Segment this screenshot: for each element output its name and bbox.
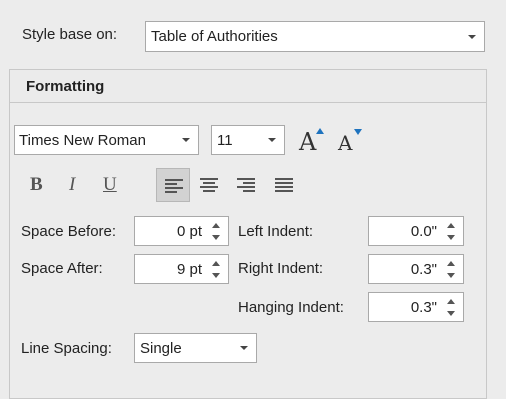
left-indent-label: Left Indent: (238, 223, 314, 240)
space-before-value: 0 pt (176, 223, 202, 240)
spinner-arrows-icon (447, 223, 457, 241)
align-justify-icon (275, 178, 293, 192)
chevron-down-icon (240, 346, 248, 350)
line-spacing-value: Single (140, 339, 182, 357)
grow-font-button[interactable]: A (299, 126, 327, 156)
left-indent-spinner[interactable]: 0.0" (368, 216, 464, 246)
line-spacing-dropdown[interactable]: Single (134, 333, 257, 363)
shrink-font-glyph: A (338, 131, 353, 155)
line-spacing-label: Line Spacing: (21, 340, 112, 357)
bold-button[interactable]: B (30, 174, 43, 196)
spinner-arrows-icon (447, 261, 457, 279)
right-indent-value: 0.3" (410, 261, 437, 278)
hanging-indent-value: 0.3" (410, 299, 437, 316)
space-before-label: Space Before: (21, 223, 117, 240)
font-size-value: 11 (217, 131, 233, 149)
style-base-label: Style base on: (22, 26, 118, 43)
right-indent-spinner[interactable]: 0.3" (368, 254, 464, 284)
space-after-spinner[interactable]: 9 pt (134, 254, 229, 284)
spinner-arrows-icon (212, 261, 222, 279)
spinner-arrows-icon (212, 223, 222, 241)
chevron-down-icon (182, 138, 190, 142)
align-justify-button[interactable] (267, 168, 301, 202)
font-name-dropdown[interactable]: Times New Roman (14, 125, 199, 155)
style-base-value: Table of Authorities (151, 28, 278, 45)
shrink-font-button[interactable]: A (338, 129, 364, 157)
space-before-spinner[interactable]: 0 pt (134, 216, 229, 246)
chevron-down-icon (468, 34, 476, 39)
chevron-down-icon (268, 138, 276, 142)
space-after-label: Space After: (21, 260, 103, 277)
align-left-button[interactable] (156, 168, 190, 202)
space-after-value: 9 pt (176, 261, 202, 278)
align-center-icon (200, 178, 218, 192)
formatting-title: Formatting (26, 78, 105, 95)
font-name-value: Times New Roman (19, 131, 146, 149)
grow-font-glyph: A (299, 128, 317, 156)
spinner-arrows-icon (447, 299, 457, 317)
style-base-dropdown[interactable]: Table of Authorities (145, 21, 485, 52)
align-right-button[interactable] (229, 168, 263, 202)
formatting-header: Formatting (10, 70, 486, 103)
hanging-indent-spinner[interactable]: 0.3" (368, 292, 464, 322)
underline-button[interactable]: U (103, 174, 117, 196)
align-left-icon (165, 179, 183, 193)
left-indent-value: 0.0" (410, 223, 437, 240)
arrow-down-icon (354, 129, 362, 135)
right-indent-label: Right Indent: (238, 260, 324, 277)
hanging-indent-label: Hanging Indent: (238, 299, 344, 316)
align-center-button[interactable] (192, 168, 226, 202)
font-size-dropdown[interactable]: 11 (211, 125, 285, 155)
italic-button[interactable]: I (69, 174, 75, 196)
arrow-up-icon (316, 128, 324, 134)
align-right-icon (237, 178, 255, 192)
